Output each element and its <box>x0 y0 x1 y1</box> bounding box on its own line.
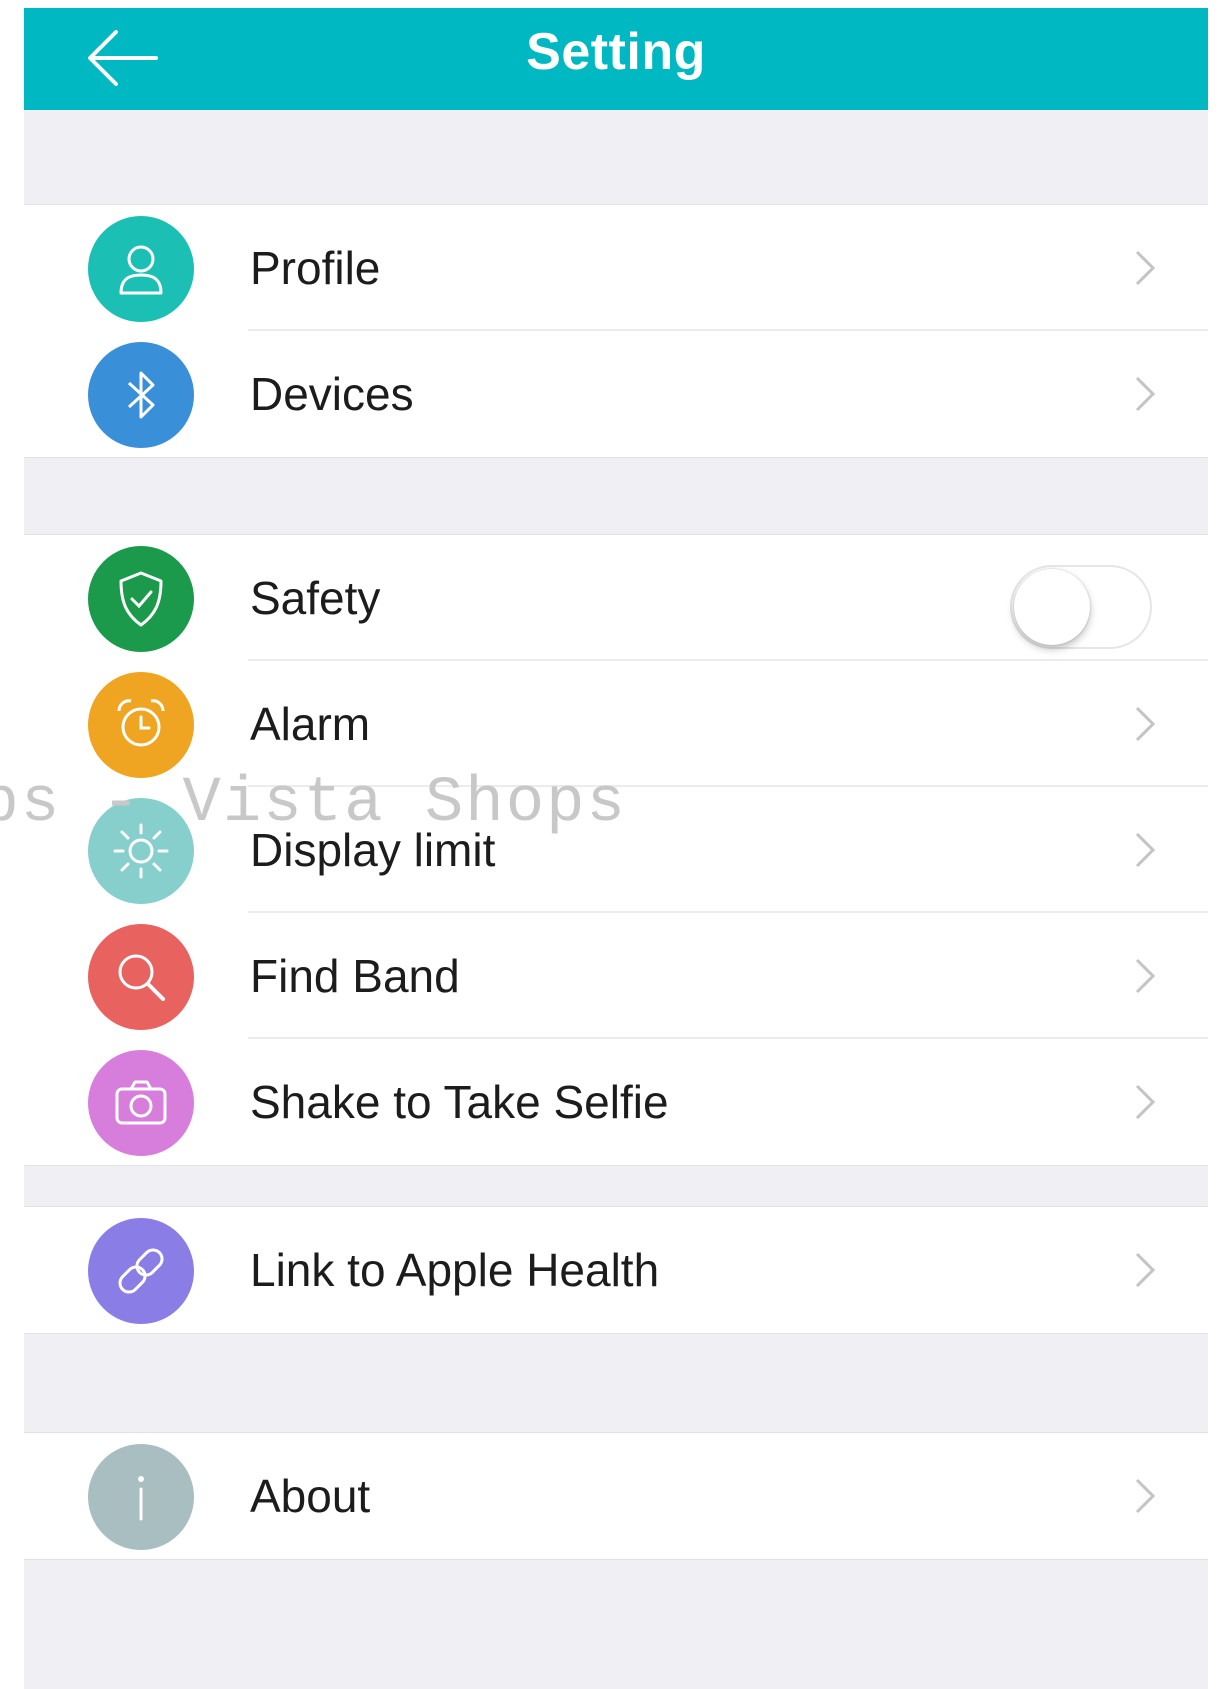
settings-row-about[interactable]: About <box>24 1433 1208 1559</box>
chevron-right-icon <box>1135 706 1156 742</box>
settings-group-features: Safety Alarm Display limit Find Band Sha… <box>24 534 1208 1166</box>
magnifier-icon <box>88 924 194 1030</box>
settings-row-alarm[interactable]: Alarm <box>24 661 1208 787</box>
settings-row-label: Profile <box>250 242 381 294</box>
bluetooth-icon <box>88 342 194 448</box>
settings-screen: Setting Profile Devices Safety Alarm Dis… <box>24 8 1208 1689</box>
chevron-right-icon <box>1135 832 1156 868</box>
settings-row-label: Devices <box>250 368 414 420</box>
shield-check-icon <box>88 546 194 652</box>
settings-row-display-limit[interactable]: Display limit <box>24 787 1208 913</box>
link-icon <box>88 1218 194 1324</box>
settings-group-health: Link to Apple Health <box>24 1206 1208 1334</box>
person-icon <box>88 216 194 322</box>
chevron-right-icon <box>1135 1252 1156 1288</box>
settings-row-label: Find Band <box>250 950 460 1002</box>
settings-row-selfie[interactable]: Shake to Take Selfie <box>24 1039 1208 1165</box>
settings-row-label: About <box>250 1470 371 1522</box>
settings-group-about: About <box>24 1432 1208 1560</box>
settings-row-apple-health[interactable]: Link to Apple Health <box>24 1207 1208 1333</box>
chevron-right-icon <box>1135 250 1156 286</box>
header-bar: Setting <box>24 8 1208 110</box>
chevron-right-icon <box>1135 1084 1156 1120</box>
settings-row-profile[interactable]: Profile <box>24 205 1208 331</box>
sun-icon <box>88 798 194 904</box>
settings-row-label: Display limit <box>250 824 496 876</box>
info-icon <box>88 1444 194 1550</box>
settings-row-devices[interactable]: Devices <box>24 331 1208 457</box>
alarm-clock-icon <box>88 672 194 778</box>
settings-row-find-band[interactable]: Find Band <box>24 913 1208 1039</box>
camera-icon <box>88 1050 194 1156</box>
page-title: Setting <box>526 23 706 81</box>
settings-row-label: Shake to Take Selfie <box>250 1076 669 1128</box>
chevron-right-icon <box>1135 958 1156 994</box>
settings-row-label: Alarm <box>250 698 371 750</box>
chevron-right-icon <box>1135 1478 1156 1514</box>
settings-group-account: Profile Devices <box>24 204 1208 458</box>
chevron-right-icon <box>1135 376 1156 412</box>
safety-toggle[interactable] <box>1010 565 1152 649</box>
settings-row-label: Safety <box>250 572 381 624</box>
settings-row-safety[interactable]: Safety <box>24 535 1208 661</box>
toggle-knob <box>1014 569 1090 645</box>
settings-row-label: Link to Apple Health <box>250 1244 660 1296</box>
